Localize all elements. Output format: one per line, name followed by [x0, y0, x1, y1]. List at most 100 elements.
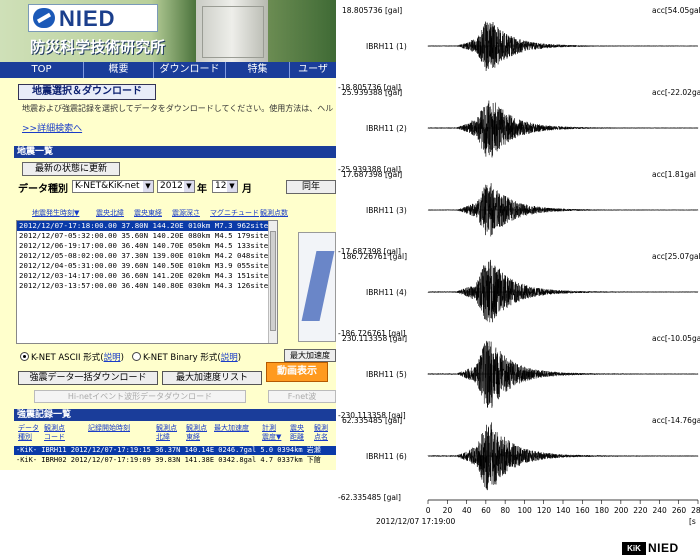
col-magnitude[interactable]: マグニチュード	[210, 208, 259, 218]
col-origin-time[interactable]: 地震発生時刻▼	[32, 208, 79, 218]
chevron-down-icon: ▼	[184, 181, 194, 192]
max-accel-button[interactable]: 最大加速度	[284, 349, 336, 362]
x-axis-unit-label: [s	[689, 517, 696, 526]
table-row[interactable]: -KiK- IBRH11 2012/12/07-17:19:15 36.37N …	[14, 446, 336, 455]
nav-download[interactable]: ダウンロード	[154, 62, 226, 78]
list-item[interactable]: 2012/12/03-13:57:00.00 36.40N 140.80E 03…	[17, 281, 277, 291]
same-year-button[interactable]: 同年	[286, 180, 336, 194]
list-item[interactable]: 2012/12/06-19:17:00.00 36.40N 140.70E 05…	[17, 241, 277, 251]
year-select[interactable]: 2012 ▼	[157, 180, 195, 193]
x-tick-label: 80	[501, 506, 511, 515]
trace-acc-label: acc[-22.02gal	[652, 88, 700, 97]
bulk-download-button[interactable]: 強震データ一括ダウンロード	[18, 371, 158, 385]
x-tick-label: 60	[481, 506, 491, 515]
max-accel-list-button[interactable]: 最大加速度リスト	[162, 371, 262, 385]
refresh-button[interactable]: 最新の状態に更新	[22, 162, 120, 176]
x-tick-label: 160	[575, 506, 590, 515]
list-item[interactable]: 2012/12/05-08:02:00.00 37.30N 139.00E 01…	[17, 251, 277, 261]
rec-col-lat[interactable]: 観測点 北緯	[156, 424, 177, 442]
site-banner: NIED 防災科学技術研究所	[0, 0, 336, 62]
rec-col-name[interactable]: 観測 点名	[314, 424, 328, 442]
institute-name: 防災科学技術研究所	[30, 38, 166, 56]
rec-col-start[interactable]: 記録開始時刻	[88, 424, 130, 433]
eq-column-headers: 地震発生時刻▼ 震央北緯 震央東経 震源深さ マグニチュード 観測点数	[32, 208, 302, 218]
year-label: 年	[197, 184, 207, 195]
x-tick-label: 280	[691, 506, 700, 515]
kik-logo: KiK	[622, 542, 646, 555]
waveform-plot: 18.805736 [gal] -18.805736 [gal] IBRH11 (1…	[336, 0, 700, 560]
fnet-button[interactable]: F-net波	[268, 390, 336, 403]
x-tick-label: 220	[633, 506, 648, 515]
nav-features[interactable]: 特集	[226, 62, 290, 78]
nied-logo-icon	[33, 8, 55, 28]
ascii-help-link[interactable]: 説明	[104, 353, 121, 363]
trace-acc-label: acc[25.07gal	[652, 252, 700, 261]
x-tick-label: 240	[653, 506, 668, 515]
animation-button[interactable]: 動画表示	[266, 362, 328, 382]
eq-list-header: 地震一覧	[14, 146, 336, 158]
year-value: 2012	[160, 181, 183, 191]
list-item[interactable]: 2012/12/04-05:31:00.00 39.60N 140.50E 01…	[17, 261, 277, 271]
chevron-down-icon: ▼	[227, 181, 237, 192]
waveform-trace	[427, 259, 699, 323]
start-time-label: 2012/12/07 17:19:00	[376, 517, 456, 526]
nav-user[interactable]: ユーザ	[290, 62, 336, 78]
nied-footer-text: NIED	[648, 541, 679, 555]
epicenter-map-thumbnail[interactable]	[298, 232, 336, 342]
col-epi-lat[interactable]: 震央北緯	[96, 208, 124, 218]
nied-logo[interactable]: NIED	[28, 4, 158, 32]
network-select[interactable]: K-NET&KiK-net ▼	[72, 180, 154, 193]
trace-acc-label: acc[-10.05gal	[652, 334, 700, 343]
list-item[interactable]: 2012/12/07-17:18:00.00 37.80N 144.20E 01…	[17, 221, 277, 231]
rec-col-intensity[interactable]: 計測 震度▼	[262, 424, 281, 442]
col-depth[interactable]: 震源深さ	[172, 208, 200, 218]
records-title: 強震記録一覧	[17, 410, 72, 420]
nav-overview[interactable]: 概要	[84, 62, 154, 78]
trace-station-label: IBRH11 (5)	[366, 370, 407, 379]
trace-max-label: 18.805736 [gal]	[342, 6, 402, 15]
detail-search-link[interactable]: >>詳細検索へ	[22, 121, 82, 134]
list-item[interactable]: 2012/12/03-14:17:00.00 36.60N 141.20E 02…	[17, 271, 277, 281]
rec-col-code[interactable]: 観測点 コード	[44, 424, 65, 442]
trace-station-label: IBRH11 (2)	[366, 124, 407, 133]
trace-max-label: 230.113358 [gal]	[342, 334, 407, 343]
trace-max-label: 17.687398 [gal]	[342, 170, 402, 179]
list-scrollbar[interactable]	[268, 221, 277, 343]
waveform-trace	[427, 21, 699, 72]
select-download-tab[interactable]: 地震選択＆ダウンロード	[18, 84, 156, 100]
x-tick-label: 20	[443, 506, 453, 515]
trace-max-label: 25.939388 [gal]	[342, 88, 402, 97]
trace-station-label: IBRH11 (4)	[366, 288, 407, 297]
nav-top[interactable]: TOP	[0, 62, 84, 78]
format-ascii-radio[interactable]	[20, 352, 29, 361]
col-epi-lon[interactable]: 震央東経	[134, 208, 162, 218]
rec-col-lon[interactable]: 観測点 東経	[186, 424, 207, 442]
x-tick-label: 40	[462, 506, 472, 515]
scrollbar-thumb[interactable]	[270, 231, 276, 331]
main-nav: TOP 概要 ダウンロード 特集 ユーザ	[0, 62, 336, 78]
trace-min-label: -62.335485 [gal]	[338, 493, 401, 502]
rec-col-distance[interactable]: 震央 距離	[290, 424, 304, 442]
table-row[interactable]: -KiK- IBRH02 2012/12/07-17:19:09 39.83N …	[14, 456, 336, 465]
hinet-download-button[interactable]: Hi-netイベント波形データダウンロード	[34, 390, 246, 403]
format-binary-radio[interactable]	[132, 352, 141, 361]
records-header: 強震記録一覧	[14, 409, 336, 421]
waveform-trace	[427, 340, 699, 408]
waveform-trace	[427, 100, 699, 158]
records-column-headers: データ 種別 観測点 コード 記録開始時刻 観測点 北緯 観測点 東経 最大加速度 計測…	[14, 424, 336, 444]
col-station-count[interactable]: 観測点数	[260, 208, 288, 218]
month-select[interactable]: 12 ▼	[212, 180, 238, 193]
earthquake-listbox[interactable]: 2012/12/07-17:18:00.00 37.80N 144.20E 01…	[16, 220, 278, 344]
month-label: 月	[242, 184, 252, 195]
trace-station-label: IBRH11 (6)	[366, 452, 407, 461]
chevron-down-icon: ▼	[143, 181, 153, 192]
x-tick-label: 260	[672, 506, 687, 515]
x-tick-label: 120	[537, 506, 552, 515]
x-tick-label: 0	[426, 506, 431, 515]
rec-col-pga[interactable]: 最大加速度	[214, 424, 249, 433]
rec-col-type[interactable]: データ 種別	[18, 424, 39, 442]
binary-help-link[interactable]: 説明	[221, 353, 238, 363]
waveform-svg: 18.805736 [gal]-18.805736 [gal]IBRH11 (1…	[338, 6, 700, 526]
x-tick-label: 180	[595, 506, 610, 515]
list-item[interactable]: 2012/12/07-05:32:00.00 35.60N 140.20E 08…	[17, 231, 277, 241]
